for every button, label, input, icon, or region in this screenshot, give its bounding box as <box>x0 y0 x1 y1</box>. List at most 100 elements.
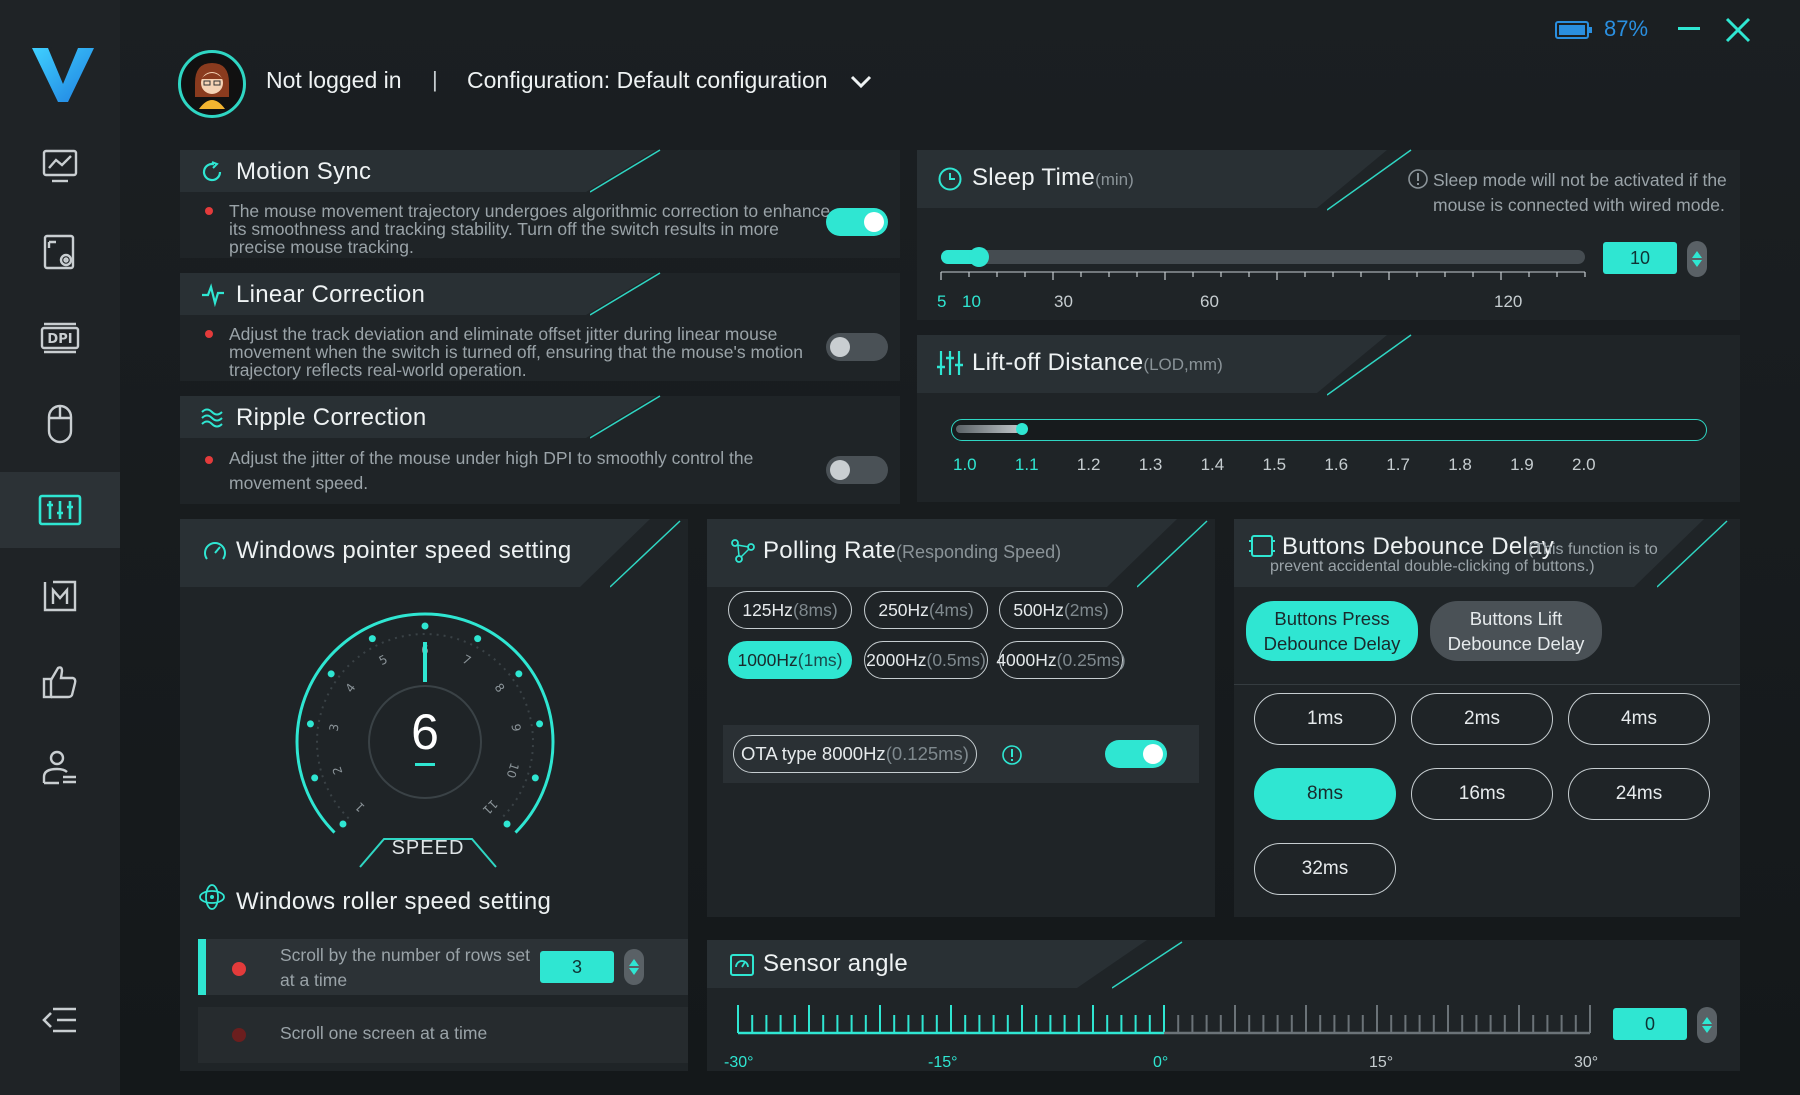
lod-tick[interactable]: 1.7 <box>1386 455 1410 475</box>
polling-ms: (4ms) <box>928 599 974 620</box>
dial-dot <box>306 720 314 728</box>
lod-slider-thumb[interactable] <box>1016 423 1028 435</box>
header-accent-line <box>1112 941 1183 989</box>
arrow-up-icon[interactable] <box>1692 250 1702 258</box>
arrow-down-icon[interactable] <box>1702 1026 1712 1034</box>
dial-dot <box>327 670 335 678</box>
roller-icon <box>199 884 225 910</box>
polling-option-1000hz[interactable]: 1000Hz (1ms) <box>728 641 852 679</box>
lod-tick[interactable]: 1.3 <box>1139 455 1163 475</box>
polling-ms: (0.25ms) <box>1056 649 1126 670</box>
sidebar-item-feedback[interactable] <box>0 644 120 720</box>
rows-stepper[interactable] <box>624 949 644 985</box>
radio-selected[interactable] <box>232 962 246 976</box>
debounce-option-16ms[interactable]: 16ms <box>1411 768 1553 820</box>
motion-sync-panel: Motion Sync The mouse movement trajector… <box>180 150 900 258</box>
polling-option-2000hz[interactable]: 2000Hz (0.5ms) <box>864 641 988 679</box>
sidebar-item-display[interactable] <box>0 214 120 290</box>
polling-option-4000hz[interactable]: 4000Hz (0.25ms) <box>996 641 1126 679</box>
sidebar-item-account[interactable] <box>0 730 120 806</box>
dial-dot <box>368 635 376 643</box>
config-dropdown[interactable]: Configuration: Default configuration <box>467 67 828 94</box>
pointer-speed-value: 6 <box>411 704 439 760</box>
polling-ms: (2ms) <box>1063 599 1109 620</box>
lod-tick[interactable]: 1.1 <box>1015 455 1039 475</box>
ota-8000hz-option[interactable]: OTA type 8000Hz (0.125ms) <box>733 735 977 773</box>
debounce-option-8ms[interactable]: 8ms <box>1254 768 1396 820</box>
dial-dot <box>503 820 511 828</box>
tab-lift-debounce[interactable]: Buttons Lift Debounce Delay <box>1430 601 1602 661</box>
lod-tick[interactable]: 1.6 <box>1324 455 1348 475</box>
lod-tick[interactable]: 1.2 <box>1077 455 1101 475</box>
ota-toggle[interactable] <box>1105 740 1167 768</box>
lod-tick[interactable]: 1.5 <box>1263 455 1287 475</box>
polling-hz: 2000Hz <box>866 649 927 670</box>
polling-ms: (0.5ms) <box>926 649 986 670</box>
roller-speed-title: Windows roller speed setting <box>236 888 552 915</box>
ripple-correction-desc: Adjust the jitter of the mouse under hig… <box>229 448 754 493</box>
sleep-time-note: Sleep mode will not be activated if the … <box>1433 170 1727 215</box>
menu-collapse-icon <box>42 1007 76 1033</box>
debounce-option-1ms[interactable]: 1ms <box>1254 693 1396 745</box>
sidebar-item-buttons[interactable] <box>0 386 120 462</box>
tab-press-debounce[interactable]: Buttons Press Debounce Delay <box>1246 601 1418 661</box>
linear-correction-toggle[interactable] <box>826 333 888 361</box>
battery-icon <box>1555 21 1592 39</box>
debounce-option-4ms[interactable]: 4ms <box>1568 693 1710 745</box>
debounce-option-32ms[interactable]: 32ms <box>1254 843 1396 895</box>
dial-label: 9 <box>508 723 523 733</box>
sensor-angle-title: Sensor angle <box>763 950 909 977</box>
bullet-dot <box>205 456 213 464</box>
minimize-button[interactable] <box>1678 14 1708 44</box>
sensor-angle-scale[interactable] <box>735 1003 1593 1035</box>
dpi-icon: DPI <box>40 322 80 354</box>
sensor-angle-value[interactable]: 0 <box>1613 1008 1687 1040</box>
polling-option-250hz[interactable]: 250Hz (4ms) <box>864 591 988 629</box>
radio-unselected[interactable] <box>232 1028 246 1042</box>
lod-tick[interactable]: 1.8 <box>1448 455 1472 475</box>
sleep-time-slider-thumb[interactable] <box>968 247 989 267</box>
sidebar-item-sensor-settings[interactable] <box>0 472 120 548</box>
ripple-correction-toggle[interactable] <box>826 456 888 484</box>
rows-value[interactable]: 3 <box>540 951 614 983</box>
lod-tick[interactable]: 1.9 <box>1510 455 1534 475</box>
sidebar-item-dpi[interactable]: DPI <box>0 300 120 376</box>
debounce-option-2ms[interactable]: 2ms <box>1411 693 1553 745</box>
sensor-angle-stepper[interactable] <box>1697 1007 1717 1043</box>
sidebar-item-macro[interactable] <box>0 558 120 634</box>
polling-option-500hz[interactable]: 500Hz (2ms) <box>999 591 1123 629</box>
dial-dot <box>421 622 429 630</box>
dial-label: 2 <box>330 765 346 777</box>
brand-logo <box>32 47 94 102</box>
avatar[interactable] <box>178 50 246 118</box>
close-button[interactable] <box>1724 16 1752 44</box>
sidebar-collapse[interactable] <box>0 985 120 1055</box>
sidebar-item-performance[interactable] <box>0 128 120 204</box>
minimize-icon <box>1678 27 1700 30</box>
dial-label: 10 <box>503 761 521 780</box>
lod-tick[interactable]: 1.0 <box>953 455 977 475</box>
sleep-time-stepper[interactable] <box>1687 241 1707 277</box>
sleep-time-value[interactable]: 10 <box>1603 242 1677 274</box>
motion-sync-toggle[interactable] <box>826 208 888 236</box>
info-icon[interactable] <box>1001 744 1023 766</box>
lod-tick[interactable]: 1.4 <box>1201 455 1225 475</box>
dial-label: 11 <box>480 797 501 818</box>
arrow-up-icon[interactable] <box>1702 1016 1712 1024</box>
sleep-time-slider-track[interactable] <box>941 247 1585 267</box>
arrow-up-icon[interactable] <box>629 958 639 966</box>
arrow-down-icon[interactable] <box>629 968 639 976</box>
arrow-down-icon[interactable] <box>1692 260 1702 268</box>
polling-option-125hz[interactable]: 125Hz (8ms) <box>728 591 852 629</box>
motion-sync-desc: The mouse movement trajectory undergoes … <box>229 201 831 257</box>
selection-marker <box>198 939 206 995</box>
user-status[interactable]: Not logged in <box>266 67 402 94</box>
roller-option-rows[interactable]: Scroll by the number of rows set at a ti… <box>198 939 688 995</box>
sleep-tick-60: 60 <box>1200 292 1219 311</box>
chevron-down-icon[interactable] <box>850 75 872 89</box>
debounce-option-24ms[interactable]: 24ms <box>1568 768 1710 820</box>
lod-tick[interactable]: 2.0 <box>1572 455 1596 475</box>
lod-slider-track[interactable] <box>951 419 1707 441</box>
roller-option-screen[interactable]: Scroll one screen at a time <box>198 1007 688 1063</box>
ripple-correction-title: Ripple Correction <box>236 404 427 431</box>
